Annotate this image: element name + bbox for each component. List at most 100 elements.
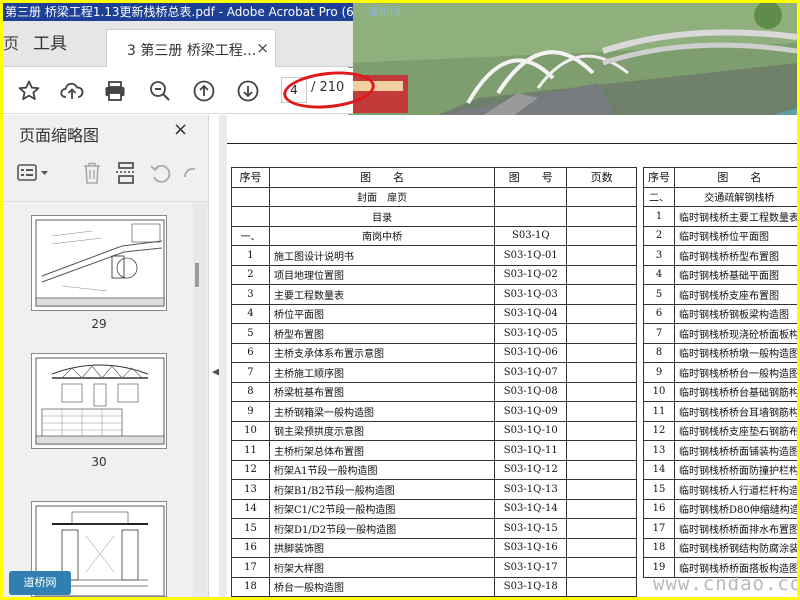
cell-code: S03-1Q-14 (494, 498, 568, 519)
page-thumbnail[interactable] (31, 215, 167, 311)
cell-name: 桥型布置图 (268, 323, 496, 344)
cell-name: 临时钢栈桥现浇砼桥面板构 (674, 323, 797, 344)
table-row[interactable]: 16 拱脚装饰图 S03-1Q-16 (231, 537, 637, 558)
table-row[interactable]: 14 桁架C1/C2节段一般构造图 S03-1Q-14 (231, 498, 637, 519)
table-row[interactable]: 6 主桥支承体系布置示意图 S03-1Q-06 (231, 342, 637, 363)
tab-tools[interactable]: 工具 (33, 21, 67, 67)
cell-pages (566, 557, 637, 578)
thumbnail-scrollbar[interactable] (193, 203, 207, 597)
cell-no: 17 (231, 557, 270, 578)
scrollbar-thumb[interactable] (195, 263, 199, 287)
table-row[interactable]: 7 临时钢栈桥现浇砼桥面板构 (643, 323, 797, 344)
cell-pages (566, 303, 637, 324)
table-row[interactable]: 11 主桥桁架总体布置图 S03-1Q-11 (231, 440, 637, 461)
next-page-button[interactable] (234, 77, 262, 105)
panel-close-icon[interactable]: × (173, 119, 188, 140)
trash-icon (84, 162, 100, 184)
table-row[interactable]: 4 桥位平面图 S03-1Q-04 (231, 303, 637, 324)
previous-page-button[interactable] (190, 77, 218, 105)
table-row[interactable]: 6 临时钢栈桥钢板梁构造图 (643, 303, 797, 324)
table-row[interactable]: 封面 扉页 (231, 186, 637, 207)
tab-home[interactable]: 页 (3, 29, 19, 59)
cell-pages (566, 440, 637, 461)
cell-code (494, 186, 568, 207)
cell-name: 主桥施工顺序图 (268, 362, 496, 383)
table-row[interactable]: 2 项目地理位置图 S03-1Q-02 (231, 264, 637, 285)
document-view[interactable]: 序号 图 名 图 号 页数 封面 扉页 目录 一、 南岗中桥 S03-1Q 1 施工图… (219, 115, 797, 597)
rotate-left-button[interactable] (149, 159, 171, 187)
rotate-left-icon (150, 164, 171, 183)
table-row[interactable]: 10 钢主梁预拱度示意图 S03-1Q-10 (231, 420, 637, 441)
header-cell: 图 名 (268, 167, 496, 188)
cell-name: 临时钢栈桥桥面排水布置图 (674, 518, 797, 539)
table-row[interactable]: 14 临时钢栈桥桥面防撞护栏构 (643, 459, 797, 480)
table-row[interactable]: 3 临时钢栈桥桥型布置图 (643, 245, 797, 266)
cell-pages (566, 576, 637, 597)
close-icon[interactable]: × (256, 39, 269, 57)
delete-page-button[interactable] (81, 159, 103, 187)
table-row[interactable]: 7 主桥施工顺序图 S03-1Q-07 (231, 362, 637, 383)
upload-cloud-button[interactable] (58, 77, 86, 105)
rotate-right-button[interactable] (183, 159, 197, 187)
cell-name: 桥位平面图 (268, 303, 496, 324)
cell-name: 临时钢栈桥位平面图 (674, 225, 797, 246)
table-row[interactable]: 5 临时钢栈桥支座布置图 (643, 284, 797, 305)
insert-page-button[interactable] (115, 159, 137, 187)
cell-name: 临时钢栈桥支座垫石钢筋布 (674, 420, 797, 441)
table-row[interactable]: 8 桥梁桩基布置图 S03-1Q-08 (231, 381, 637, 402)
cell-no: 7 (231, 362, 270, 383)
table-row[interactable]: 10 临时钢栈桥桥台基础钢筋构 (643, 381, 797, 402)
cell-name: 临时钢栈桥桥面铺装构造图 (674, 440, 797, 461)
cell-no: 17 (643, 518, 675, 539)
table-row[interactable]: 18 桥台一般构造图 S03-1Q-18 (231, 576, 637, 597)
tab-document[interactable]: 3 第三册 桥梁工程... × (106, 29, 276, 67)
table-row[interactable]: 11 临时钢栈桥桥台耳墙钢筋构 (643, 401, 797, 422)
table-row[interactable]: 15 桁架D1/D2节段一般构造图 S03-1Q-15 (231, 518, 637, 539)
cell-pages (566, 245, 637, 266)
table-row[interactable]: 13 临时钢栈桥桥面铺装构造图 (643, 440, 797, 461)
cell-no: 2 (643, 225, 675, 246)
zoom-out-icon (150, 81, 170, 101)
cell-name: 桁架B1/B2节段一般构造图 (268, 479, 496, 500)
tab-document-label: 3 第三册 桥梁工程... (127, 43, 257, 59)
cell-code: S03-1Q-06 (494, 342, 568, 363)
table-row[interactable]: 1 临时钢栈桥主要工程数量表 (643, 206, 797, 227)
cell-no: 10 (231, 420, 270, 441)
table-row[interactable]: 目录 (231, 206, 637, 227)
cell-name: 桁架大样图 (268, 557, 496, 578)
table-row[interactable]: 18 临时钢栈桥钢结构防腐涂装 (643, 537, 797, 558)
bookmark-star-button[interactable] (15, 77, 43, 105)
table-row[interactable]: 17 桁架大样图 S03-1Q-17 (231, 557, 637, 578)
cell-no: 二、 (643, 186, 675, 207)
table-row[interactable]: 4 临时钢栈桥基础平面图 (643, 264, 797, 285)
cell-no: 5 (231, 323, 270, 344)
panel-title: 页面缩略图 (19, 126, 100, 145)
cell-name: 临时钢栈桥桥面防撞护栏构 (674, 459, 797, 480)
table-row[interactable]: 13 桁架B1/B2节段一般构造图 S03-1Q-13 (231, 479, 637, 500)
zoom-out-button[interactable] (146, 77, 174, 105)
cell-no: 12 (643, 420, 675, 441)
table-row[interactable]: 1 施工图设计说明书 S03-1Q-01 (231, 245, 637, 266)
table-row[interactable]: 2 临时钢栈桥位平面图 (643, 225, 797, 246)
header-cell: 图 名 (674, 167, 797, 188)
cell-no: 4 (231, 303, 270, 324)
table-row[interactable]: 9 临时钢栈桥桥台一般构造图 (643, 362, 797, 383)
list-options-icon (17, 164, 48, 181)
table-row[interactable]: 8 临时钢栈桥桥墩一般构造图 (643, 342, 797, 363)
table-row[interactable]: 二、 交通疏解钢栈桥 (643, 186, 797, 207)
cell-pages (566, 323, 637, 344)
print-button[interactable] (101, 77, 129, 105)
table-row[interactable]: 5 桥型布置图 S03-1Q-05 (231, 323, 637, 344)
table-row[interactable]: 9 主桥钢箱梁一般构造图 S03-1Q-09 (231, 401, 637, 422)
thumbnail-list: 29 30 (3, 203, 193, 597)
thumbnail-options-button[interactable] (17, 159, 51, 187)
cell-name: 临时钢栈桥钢结构防腐涂装 (674, 537, 797, 558)
table-row[interactable]: 17 临时钢栈桥桥面排水布置图 (643, 518, 797, 539)
table-row[interactable]: 3 主要工程数量表 S03-1Q-03 (231, 284, 637, 305)
table-row[interactable]: 一、 南岗中桥 S03-1Q (231, 225, 637, 246)
table-row[interactable]: 15 临时钢栈桥人行道栏杆构造 (643, 479, 797, 500)
table-row[interactable]: 12 桁架A1节段一般构造图 S03-1Q-12 (231, 459, 637, 480)
page-thumbnail[interactable] (31, 353, 167, 449)
table-row[interactable]: 16 临时钢栈桥D80伸缩缝构造 (643, 498, 797, 519)
table-row[interactable]: 12 临时钢栈桥支座垫石钢筋布 (643, 420, 797, 441)
